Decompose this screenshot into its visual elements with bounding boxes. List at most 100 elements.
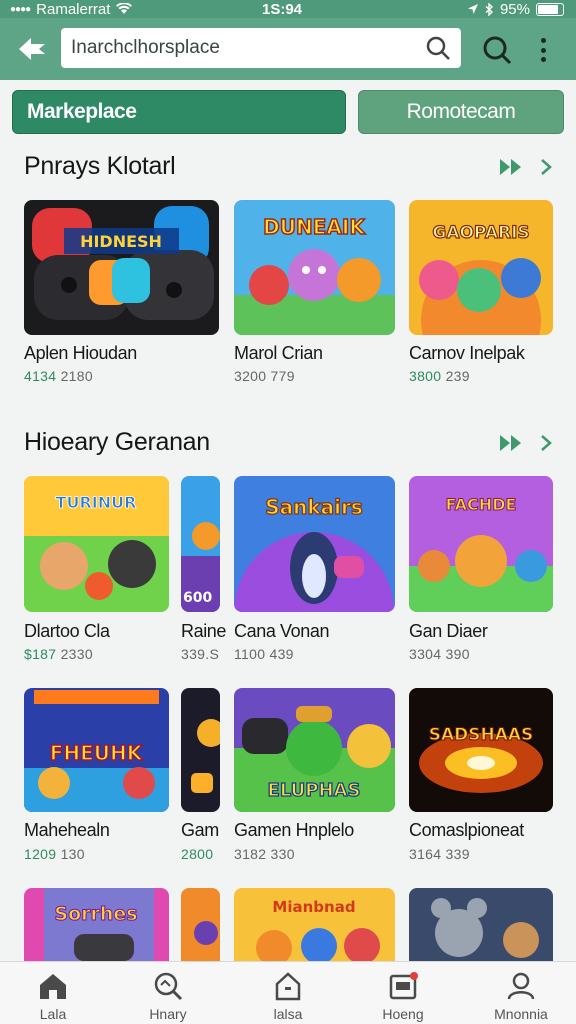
game-thumbnail[interactable]: Mianbnad — [234, 888, 395, 961]
card-meta: 3164 339 — [409, 846, 470, 862]
game-thumbnail[interactable]: Sorrhes — [24, 888, 169, 961]
card-meta: 4134 2180 — [24, 368, 93, 384]
art-title: HIDNESH — [80, 232, 162, 251]
search-input[interactable] — [71, 37, 425, 59]
status-time: 1S:94 — [262, 0, 303, 18]
game-thumbnail[interactable]: HIDNESH — [24, 200, 219, 335]
cartoon-art: Sorrhes — [24, 888, 169, 961]
game-thumbnail[interactable]: Sankairs — [234, 476, 395, 612]
card-title[interactable]: Mahehealn — [24, 820, 110, 841]
section-title: Pnrays Klotarl — [24, 152, 176, 180]
location-icon — [467, 4, 478, 14]
store-icon — [275, 972, 301, 1001]
chevron-right-icon[interactable] — [538, 432, 554, 454]
carrier-name: Ramalerrat — [36, 0, 111, 18]
card-title[interactable]: Cana Vonan — [234, 621, 329, 642]
svg-text:SADSHAAS: SADSHAAS — [429, 725, 534, 745]
search-icon[interactable] — [425, 35, 451, 61]
game-thumbnail[interactable]: 600 — [181, 476, 220, 612]
svg-text:FHEUHK: FHEUHK — [50, 741, 144, 765]
game-thumbnail[interactable]: TURINUR — [24, 476, 169, 612]
explosion-art: SADSHAAS — [409, 688, 553, 812]
card-meta: 3200 779 — [234, 368, 295, 384]
card-title[interactable]: Raine — [181, 621, 226, 642]
battery-percent: 95% — [499, 0, 530, 18]
card-meta: 2800 — [181, 846, 214, 862]
svg-text:TURINUR: TURINUR — [56, 493, 137, 512]
game-thumbnail[interactable]: ELUPHAS — [234, 688, 395, 812]
svg-text:Sorrhes: Sorrhes — [54, 903, 137, 925]
home-icon — [40, 974, 66, 999]
card-title[interactable]: Marol Crian — [234, 343, 323, 364]
card-meta: 1100 439 — [234, 646, 294, 662]
nav-search[interactable]: Hnary — [118, 962, 218, 1024]
card-title[interactable]: Comaslpioneat — [409, 820, 524, 841]
svg-text:Sankairs: Sankairs — [265, 495, 363, 519]
game-thumbnail[interactable] — [409, 888, 553, 961]
section-title: Hioeary Geranan — [24, 428, 210, 456]
card-meta: 3182 330 — [234, 846, 295, 862]
nav-label: lalsa — [273, 1006, 303, 1022]
game-thumbnail[interactable]: GAOPARIS — [409, 200, 553, 335]
cartoon-art — [409, 888, 553, 961]
card-title[interactable]: Aplen Hioudan — [24, 343, 137, 364]
nav-store[interactable]: lalsa — [238, 962, 338, 1024]
signal-icon: ●●●● — [10, 3, 31, 15]
see-all-icon[interactable] — [498, 156, 528, 178]
cartoon-art — [181, 888, 220, 961]
top-app-bar — [0, 18, 576, 80]
card-meta: 1209 130 — [24, 846, 85, 862]
inbox-icon — [389, 972, 418, 1000]
game-thumbnail[interactable]: SADSHAAS — [409, 688, 553, 812]
battery-icon — [536, 2, 564, 16]
svg-text:GAOPARIS: GAOPARIS — [432, 223, 529, 243]
nav-label: Lala — [39, 1006, 67, 1022]
search-bar[interactable] — [61, 28, 461, 68]
cartoon-art: FACHDE — [409, 476, 553, 612]
nav-label: Mnonnia — [494, 1006, 548, 1022]
card-meta: 3304 390 — [409, 646, 470, 662]
svg-text:600: 600 — [183, 590, 212, 606]
nav-label: Hoeng — [382, 1006, 424, 1022]
back-button[interactable] — [14, 32, 50, 66]
card-title[interactable]: Gan Diaer — [409, 621, 488, 642]
carrier-group: ●●●● Ramalerrat — [10, 0, 133, 18]
card-title[interactable]: Dlartoo Cla — [24, 621, 110, 642]
card-title[interactable]: Gam — [181, 820, 219, 841]
svg-text:FACHDE: FACHDE — [446, 495, 517, 514]
game-thumbnail[interactable] — [181, 688, 220, 812]
game-thumbnail[interactable]: DUNEAIK — [234, 200, 395, 335]
bluetooth-icon — [485, 2, 493, 16]
game-thumbnail[interactable] — [181, 888, 220, 961]
svg-text:DUNEAIK: DUNEAIK — [263, 215, 366, 239]
cartoon-art: Sankairs — [234, 476, 395, 612]
marketplace-tab[interactable]: Markeplace — [12, 90, 346, 134]
see-all-icon[interactable] — [498, 432, 528, 454]
nav-inbox[interactable]: Hoeng — [353, 962, 453, 1024]
cartoon-art — [181, 688, 220, 812]
cartoon-art: 600 — [181, 476, 220, 612]
remote-tab[interactable]: Romotecam — [358, 90, 564, 134]
cartoon-art: TURINUR — [24, 476, 169, 612]
nav-profile[interactable]: Mnonnia — [471, 962, 571, 1024]
svg-text:ELUPHAS: ELUPHAS — [268, 780, 361, 801]
card-meta: 3800 239 — [409, 368, 470, 384]
card-meta: 339.S — [181, 646, 220, 662]
status-bar: ●●●● Ramalerrat 1S:94 95% — [0, 0, 576, 18]
cartoon-art: ELUPHAS — [234, 688, 395, 812]
header-search-icon[interactable] — [481, 34, 513, 66]
controllers-art: HIDNESH — [24, 200, 219, 335]
search-icon — [154, 972, 183, 1001]
cartoon-art: DUNEAIK — [234, 200, 395, 335]
card-title[interactable]: Gamen Hnplelo — [234, 820, 354, 841]
card-meta: $187 2330 — [24, 646, 93, 662]
game-thumbnail[interactable]: FHEUHK — [24, 688, 169, 812]
game-thumbnail[interactable]: FACHDE — [409, 476, 553, 612]
status-right: 95% — [467, 1, 564, 18]
more-options-icon[interactable] — [534, 35, 552, 65]
profile-icon — [507, 972, 535, 1000]
chevron-right-icon[interactable] — [538, 156, 554, 178]
wifi-icon — [116, 3, 133, 14]
nav-home[interactable]: Lala — [3, 962, 103, 1024]
card-title[interactable]: Carnov Inelpak — [409, 343, 525, 364]
